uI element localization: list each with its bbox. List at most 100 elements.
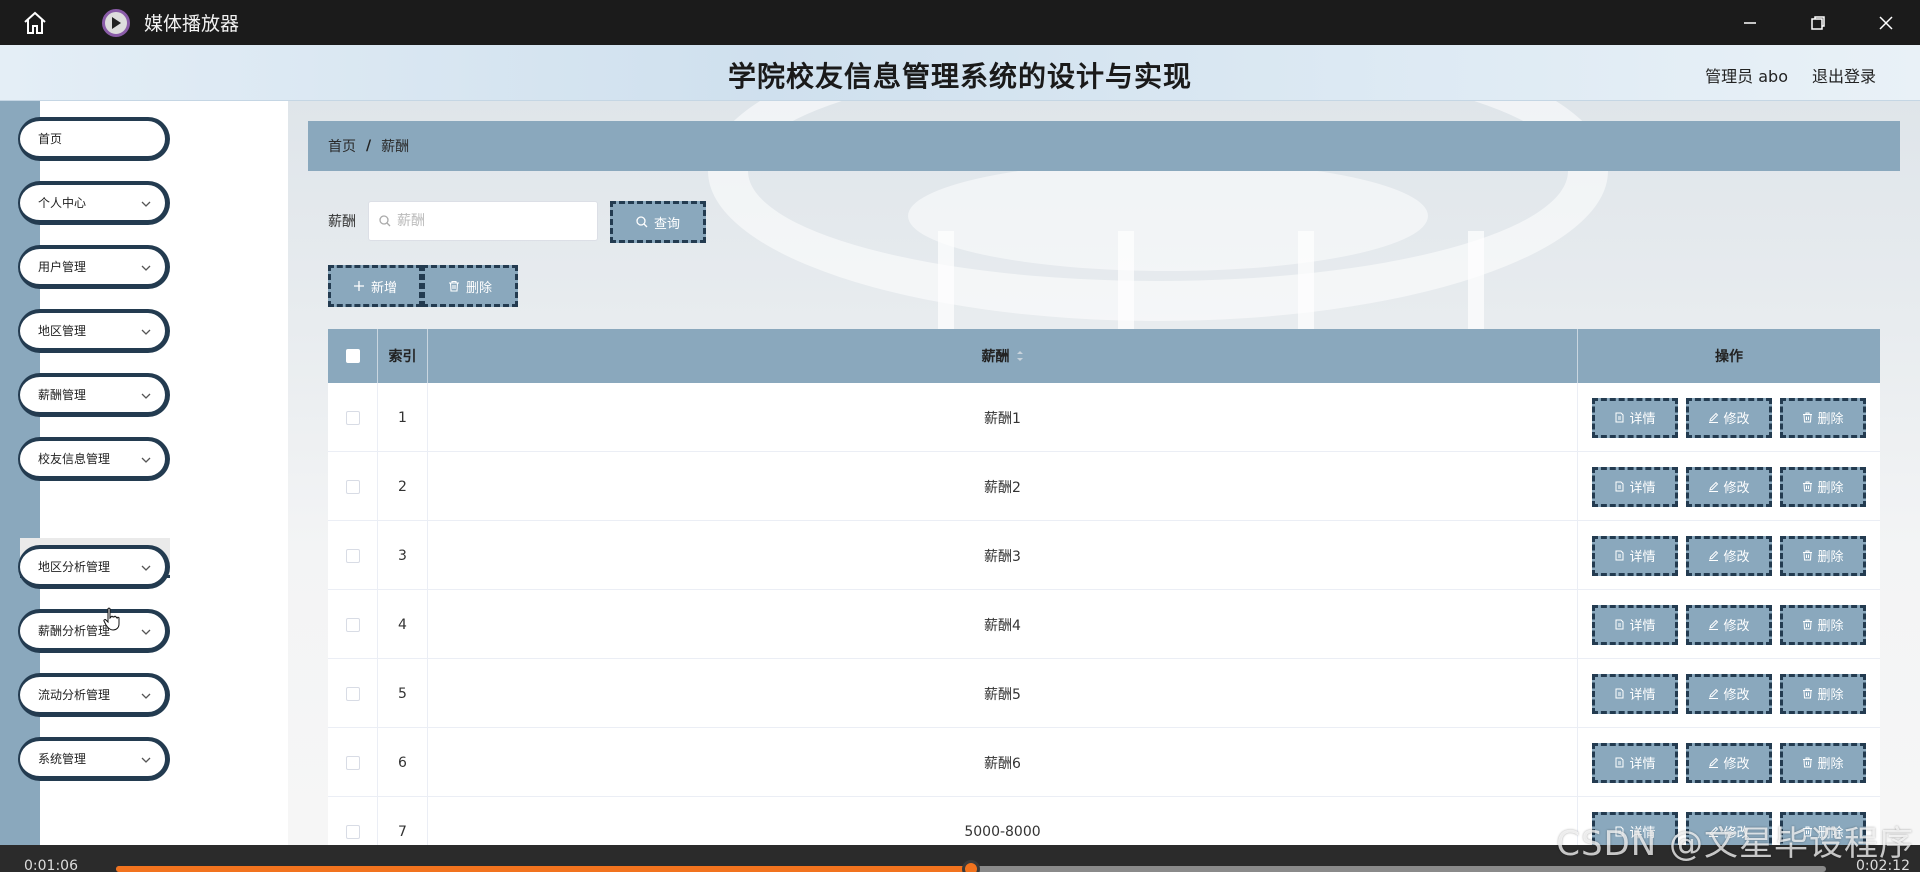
- plus-icon: [353, 281, 364, 291]
- edit-button[interactable]: 修改: [1686, 673, 1772, 714]
- detail-button[interactable]: 详情: [1592, 397, 1678, 438]
- add-button-label: 新增: [370, 280, 397, 296]
- row-salary: 薪酬2: [428, 452, 1578, 521]
- detail-button[interactable]: 详情: [1592, 535, 1678, 576]
- search-input[interactable]: [397, 213, 577, 229]
- delete-button[interactable]: 删除: [1780, 673, 1866, 714]
- document-icon: [1615, 481, 1624, 492]
- detail-button-label: 详情: [1629, 688, 1656, 703]
- edit-button[interactable]: 修改: [1686, 604, 1772, 645]
- row-checkbox[interactable]: [345, 686, 360, 701]
- row-select-cell: [328, 452, 378, 521]
- breadcrumb-home[interactable]: 首页: [328, 136, 356, 156]
- sidebar-item-region[interactable]: 地区管理: [18, 309, 170, 353]
- search-field[interactable]: [368, 201, 598, 241]
- sidebar-item-label: 流动分析管理: [38, 688, 111, 702]
- delete-button[interactable]: 删除: [1780, 604, 1866, 645]
- home-icon[interactable]: [18, 6, 52, 40]
- row-checkbox[interactable]: [345, 755, 360, 770]
- close-button[interactable]: [1852, 0, 1920, 45]
- table-row: 3 薪酬3 详情 修改 删除: [328, 521, 1880, 590]
- delete-button-label: 删除: [1817, 550, 1844, 565]
- search-button[interactable]: 查询: [610, 201, 706, 243]
- row-index: 7: [378, 797, 428, 845]
- detail-button[interactable]: 详情: [1592, 742, 1678, 783]
- edit-button[interactable]: 修改: [1686, 535, 1772, 576]
- row-select-cell: [328, 383, 378, 452]
- sidebar-item-label: 地区分析管理: [38, 560, 111, 574]
- breadcrumb: 首页 / 薪酬: [308, 121, 1900, 171]
- column-header-salary[interactable]: 薪酬: [428, 329, 1578, 383]
- add-button[interactable]: 新增: [328, 265, 422, 307]
- sidebar-item-home[interactable]: 首页: [18, 117, 170, 161]
- minimize-button[interactable]: [1716, 0, 1784, 45]
- edit-button[interactable]: 修改: [1686, 466, 1772, 507]
- search-icon: [379, 215, 391, 227]
- row-index: 4: [378, 590, 428, 659]
- seek-bar-handle[interactable]: [962, 860, 980, 872]
- delete-button[interactable]: 删除: [1780, 535, 1866, 576]
- trash-icon: [1803, 412, 1813, 423]
- delete-button-label: 删除: [1817, 412, 1844, 427]
- sort-icon[interactable]: [1016, 349, 1024, 363]
- document-icon: [1615, 688, 1624, 699]
- sidebar-item-label: 首页: [38, 132, 63, 146]
- sidebar-item-label: 系统管理: [38, 752, 87, 766]
- edit-icon: [1709, 688, 1719, 699]
- seek-bar[interactable]: [116, 860, 1826, 872]
- media-player-logo-icon: [102, 8, 130, 37]
- sidebar-item-alumni[interactable]: 校友信息管理: [18, 437, 170, 481]
- row-actions: 详情 修改 删除: [1578, 452, 1880, 521]
- edit-button[interactable]: 修改: [1686, 397, 1772, 438]
- main-content: 首页 / 薪酬 薪酬 查询 新增 删除 索引 薪酬: [288, 101, 1920, 845]
- detail-button[interactable]: 详情: [1592, 673, 1678, 714]
- sidebar-item-salary-analysis[interactable]: 薪酬分析管理: [18, 609, 170, 653]
- edit-button[interactable]: 修改: [1686, 742, 1772, 783]
- row-salary: 薪酬6: [428, 728, 1578, 797]
- row-index: 1: [378, 383, 428, 452]
- chevron-down-icon: [141, 201, 151, 207]
- row-checkbox[interactable]: [345, 824, 360, 839]
- row-checkbox[interactable]: [345, 617, 360, 632]
- sidebar-item-profile[interactable]: 个人中心: [18, 181, 170, 225]
- sidebar-item-label: 薪酬分析管理: [38, 624, 111, 638]
- row-checkbox[interactable]: [345, 479, 360, 494]
- chevron-down-icon: [141, 693, 151, 699]
- edit-icon: [1709, 550, 1719, 561]
- row-checkbox[interactable]: [345, 410, 360, 425]
- detail-button[interactable]: 详情: [1592, 604, 1678, 645]
- sidebar-item-flow-analysis[interactable]: 流动分析管理: [18, 673, 170, 717]
- sidebar-item-users[interactable]: 用户管理: [18, 245, 170, 289]
- delete-button-label: 删除: [1817, 688, 1844, 703]
- sidebar-item-region-analysis[interactable]: 地区分析管理: [18, 545, 170, 589]
- table-row: 1 薪酬1 详情 修改 删除: [328, 383, 1880, 452]
- row-actions: 详情 修改 删除: [1578, 659, 1880, 728]
- row-checkbox[interactable]: [345, 548, 360, 563]
- search-button-label: 查询: [653, 216, 680, 232]
- select-all-checkbox[interactable]: [345, 349, 360, 363]
- delete-button[interactable]: 删除: [1780, 742, 1866, 783]
- table-row: 6 薪酬6 详情 修改 删除: [328, 728, 1880, 797]
- delete-button[interactable]: 删除: [1780, 466, 1866, 507]
- sidebar-item-salary[interactable]: 薪酬管理: [18, 373, 170, 417]
- logout-link[interactable]: 退出登录: [1812, 63, 1876, 87]
- batch-delete-button[interactable]: 删除: [422, 265, 518, 307]
- row-salary: 薪酬3: [428, 521, 1578, 590]
- column-header-salary-label: 薪酬: [981, 349, 1010, 365]
- delete-button[interactable]: 删除: [1780, 397, 1866, 438]
- chevron-down-icon: [141, 565, 151, 571]
- app-window: 学院校友信息管理系统的设计与实现 管理员 abo 退出登录 首页 个人中心 用户…: [0, 45, 1920, 845]
- edit-icon: [1709, 481, 1719, 492]
- search-icon: [636, 216, 648, 228]
- restore-button[interactable]: [1784, 0, 1852, 45]
- select-all-cell: [328, 329, 378, 383]
- sidebar-item-system[interactable]: 系统管理: [18, 737, 170, 781]
- row-select-cell: [328, 659, 378, 728]
- column-header-ops: 操作: [1715, 349, 1743, 365]
- player-title: 媒体播放器: [144, 13, 240, 35]
- sidebar-item-label: 地区管理: [38, 324, 87, 338]
- background-decoration: [908, 161, 1428, 271]
- row-select-cell: [328, 590, 378, 659]
- row-salary: 薪酬5: [428, 659, 1578, 728]
- detail-button[interactable]: 详情: [1592, 466, 1678, 507]
